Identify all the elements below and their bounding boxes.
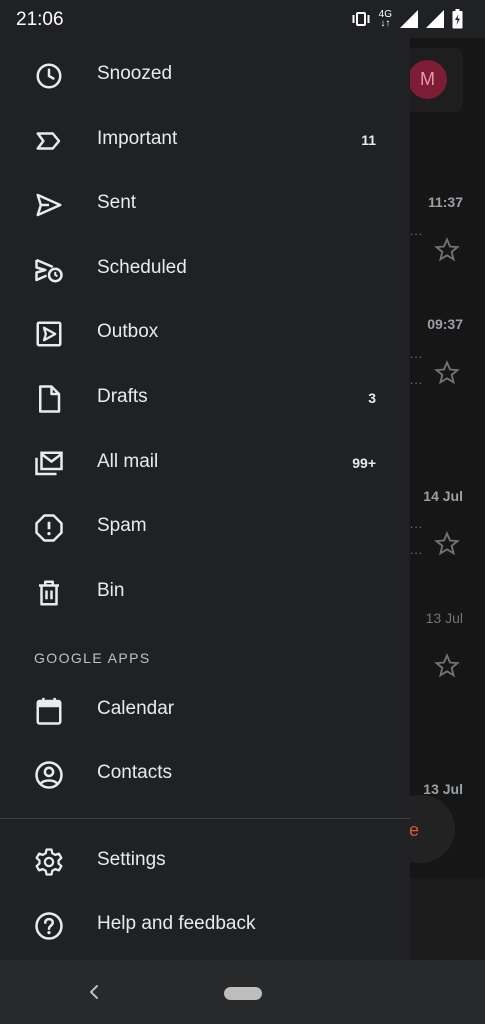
unread-count-badge: 3 <box>368 390 376 406</box>
mail-snippet: ... <box>410 373 424 387</box>
star-icon[interactable] <box>433 236 461 264</box>
signal-icon-2 <box>426 10 444 28</box>
scheduled-send-icon <box>34 255 64 285</box>
drawer-divider <box>0 818 410 819</box>
vibrate-icon <box>352 12 370 26</box>
home-pill[interactable] <box>224 987 262 1000</box>
drawer-item-contacts[interactable]: Contacts <box>0 745 410 805</box>
draft-icon <box>34 384 64 414</box>
inbox-bottom-strip <box>410 878 485 960</box>
drawer-item-snoozed[interactable]: Snoozed <box>0 46 410 106</box>
send-icon <box>34 190 64 220</box>
drawer-item-help-feedback[interactable]: Help and feedback <box>0 896 410 956</box>
calendar-icon <box>34 696 64 726</box>
drawer-item-outbox[interactable]: Outbox <box>0 304 410 364</box>
mail-time: 13 Jul <box>425 610 463 626</box>
drawer-item-drafts[interactable]: Drafts 3 <box>0 369 410 429</box>
mail-snippet: ... <box>410 543 424 557</box>
status-icons: 4G ↓↑ <box>351 8 463 30</box>
clock-icon <box>34 61 64 91</box>
drawer-item-sent[interactable]: Sent <box>0 175 410 235</box>
drawer-item-all-mail[interactable]: All mail 99+ <box>0 434 410 494</box>
contacts-icon <box>34 760 64 790</box>
drawer-item-label: Help and feedback <box>97 913 256 934</box>
bin-icon <box>34 578 64 608</box>
system-navigation-bar <box>0 960 485 1024</box>
network-type-icon: 4G ↓↑ <box>378 9 392 29</box>
star-icon[interactable] <box>433 359 461 387</box>
drawer-item-label: Calendar <box>97 698 175 719</box>
drawer-item-important[interactable]: Important 11 <box>0 111 410 171</box>
all-mail-icon <box>34 449 64 479</box>
drawer-item-label: Contacts <box>97 762 172 783</box>
battery-icon <box>452 9 463 29</box>
unread-count-badge: 11 <box>361 132 376 148</box>
drawer-item-settings[interactable]: Settings <box>0 832 410 892</box>
signal-icon <box>400 10 418 28</box>
drawer-item-label: Outbox <box>97 321 159 342</box>
outbox-icon <box>34 319 64 349</box>
mail-time: 11:37 <box>427 194 463 210</box>
drawer-item-label: Scheduled <box>97 257 187 278</box>
star-icon[interactable] <box>433 530 461 558</box>
drawer-item-label: Drafts <box>97 386 148 407</box>
account-avatar[interactable]: M <box>408 60 447 99</box>
drawer-item-label: Settings <box>97 849 166 870</box>
back-icon[interactable] <box>85 982 103 1002</box>
section-header-google-apps: GOOGLE APPS <box>34 650 151 666</box>
help-icon <box>34 911 64 941</box>
spam-icon <box>34 513 64 543</box>
drawer-item-label: All mail <box>97 451 159 472</box>
star-icon[interactable] <box>433 652 461 680</box>
drawer-item-label: Snoozed <box>97 63 173 84</box>
compose-button-label: e <box>409 820 420 840</box>
mail-snippet: ... <box>410 517 424 531</box>
drawer-item-bin[interactable]: Bin <box>0 563 410 623</box>
drawer-item-calendar[interactable]: Calendar <box>0 681 410 741</box>
important-icon <box>34 126 64 156</box>
drawer-item-label: Sent <box>97 192 137 213</box>
mail-time: 13 Jul <box>423 781 463 797</box>
gear-icon <box>34 847 64 877</box>
mail-time: 14 Jul <box>423 488 463 504</box>
mail-time: 09:37 <box>427 316 463 332</box>
mail-snippet: ... <box>410 347 424 361</box>
drawer-item-scheduled[interactable]: Scheduled <box>0 240 410 300</box>
drawer-item-spam[interactable]: Spam <box>0 498 410 558</box>
drawer-item-label: Important <box>97 128 178 149</box>
drawer-item-label: Bin <box>97 580 125 601</box>
status-bar: 21:06 4G ↓↑ <box>0 0 485 38</box>
drawer-item-label: Spam <box>97 515 147 536</box>
navigation-drawer: Snoozed Important 11 Sent Scheduled Outb… <box>0 38 410 960</box>
mail-snippet: ... <box>410 224 424 238</box>
status-time: 21:06 <box>16 9 64 30</box>
unread-count-badge: 99+ <box>352 455 376 471</box>
